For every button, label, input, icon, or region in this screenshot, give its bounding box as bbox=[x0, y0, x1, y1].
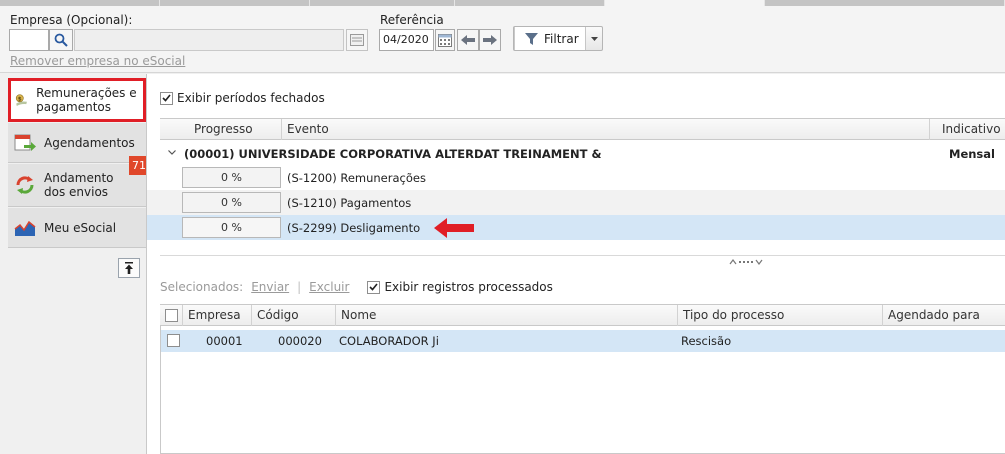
divider bbox=[0, 72, 1005, 73]
event-row[interactable]: 0 % (S-1200) Remunerações bbox=[147, 165, 1005, 190]
sidebar-item-andamento[interactable]: Andamento dos envios bbox=[8, 164, 146, 207]
search-icon bbox=[54, 33, 68, 47]
column-empresa[interactable]: Empresa bbox=[182, 305, 251, 326]
referencia-label: Referência bbox=[380, 13, 444, 27]
chevron-down-icon[interactable] bbox=[168, 150, 176, 155]
collapse-sidebar-button[interactable] bbox=[118, 258, 140, 278]
arrow-left-icon bbox=[461, 35, 475, 45]
next-period-button[interactable] bbox=[479, 29, 501, 51]
filtrar-split-button[interactable]: Filtrar bbox=[513, 26, 603, 51]
excluir-button[interactable]: Excluir bbox=[309, 280, 349, 294]
show-processed[interactable]: Exibir registros processados bbox=[367, 280, 553, 294]
records-grid bbox=[160, 304, 1005, 454]
show-closed-checkbox[interactable] bbox=[160, 91, 173, 105]
column-indicativo[interactable]: Indicativo bbox=[929, 119, 1005, 140]
sidebar-item-meu-esocial[interactable]: Meu eSocial bbox=[8, 208, 146, 248]
arrow-right-icon bbox=[483, 35, 497, 45]
referencia-input[interactable]: 04/2020 bbox=[379, 29, 434, 51]
empresa-name-input bbox=[74, 29, 344, 51]
column-progresso[interactable]: Progresso bbox=[160, 119, 281, 140]
progress-cell: 0 % bbox=[182, 192, 281, 213]
event-name: (S-1200) Remunerações bbox=[287, 171, 426, 185]
event-name: (S-1210) Pagamentos bbox=[287, 196, 412, 210]
progress-cell: 0 % bbox=[182, 167, 281, 188]
filtrar-label: Filtrar bbox=[544, 31, 579, 46]
sync-icon bbox=[16, 176, 34, 194]
annotation-arrow-icon bbox=[434, 218, 474, 238]
previous-period-button[interactable] bbox=[457, 29, 479, 51]
column-agendado-para[interactable]: Agendado para bbox=[882, 305, 1005, 326]
enviar-button[interactable]: Enviar bbox=[251, 280, 289, 294]
check-icon bbox=[369, 283, 379, 291]
column-evento[interactable]: Evento bbox=[281, 119, 929, 140]
events-grid-header: Progresso Evento Indicativo bbox=[160, 118, 1005, 140]
sidebar-item-label: Remunerações e pagamentos bbox=[36, 86, 137, 114]
main-panel: Exibir períodos fechados Progresso Event… bbox=[146, 74, 1005, 454]
records-toolbar: Selecionados: Enviar | Excluir Exibir re… bbox=[160, 280, 553, 294]
event-name: (S-2299) Desligamento bbox=[287, 221, 421, 235]
sidebar-item-agendamentos[interactable]: Agendamentos bbox=[8, 123, 146, 163]
cell-empresa: 00001 bbox=[206, 334, 243, 348]
check-icon bbox=[162, 94, 171, 102]
row-checkbox[interactable] bbox=[167, 334, 180, 347]
show-processed-checkbox[interactable] bbox=[367, 280, 381, 294]
column-nome[interactable]: Nome bbox=[335, 305, 677, 326]
event-row[interactable]: 0 % (S-1210) Pagamentos bbox=[147, 190, 1005, 215]
arrow-up-bar-icon bbox=[125, 262, 133, 274]
empresa-list-button[interactable] bbox=[346, 29, 368, 51]
event-row-selected[interactable]: 0 % (S-2299) Desligamento bbox=[147, 215, 1005, 240]
empresa-label: Empresa (Opcional): bbox=[10, 13, 133, 27]
chart-icon bbox=[14, 220, 36, 236]
grip-icon bbox=[729, 259, 763, 265]
filtrar-button[interactable]: Filtrar bbox=[514, 27, 586, 50]
remove-empresa-link[interactable]: Remover empresa no eSocial bbox=[10, 54, 185, 68]
event-group-indicativo: Mensal bbox=[949, 147, 995, 161]
sidebar-item-label: Agendamentos bbox=[44, 135, 135, 150]
empresa-code-input[interactable] bbox=[9, 29, 49, 51]
filter-icon bbox=[525, 32, 538, 45]
sidebar-item-label: Meu eSocial bbox=[44, 220, 117, 235]
sidebar-item-remuneracoes[interactable]: $ Remunerações e pagamentos bbox=[8, 78, 146, 122]
cell-tipo-processo: Rescisão bbox=[681, 334, 732, 348]
cell-nome: COLABORADOR Ji bbox=[339, 334, 439, 348]
cell-codigo: 000020 bbox=[278, 334, 322, 348]
toolbar-separator: | bbox=[297, 280, 302, 294]
select-all-checkbox[interactable] bbox=[165, 309, 178, 322]
select-all-cell[interactable] bbox=[160, 305, 182, 326]
show-processed-label: Exibir registros processados bbox=[384, 280, 553, 294]
event-group-title: (00001) UNIVERSIDADE CORPORATIVA ALTERDA… bbox=[184, 147, 602, 161]
progress-cell: 0 % bbox=[182, 217, 281, 238]
money-icon: $ bbox=[15, 94, 27, 106]
calendar-arrow-icon bbox=[14, 134, 36, 151]
column-tipo-processo[interactable]: Tipo do processo bbox=[677, 305, 882, 326]
records-grid-header: Empresa Código Nome Tipo do processo Age… bbox=[160, 304, 1005, 326]
filtrar-dropdown-button[interactable] bbox=[586, 27, 602, 50]
table-row[interactable]: 00001 000020 COLABORADOR Ji Rescisão bbox=[161, 330, 1005, 352]
sidebar-item-label: Andamento dos envios bbox=[44, 171, 114, 199]
empresa-search-button[interactable] bbox=[49, 29, 73, 51]
chevron-down-icon bbox=[590, 36, 598, 41]
calendar-icon bbox=[438, 34, 452, 47]
list-icon bbox=[350, 34, 364, 46]
grid-bottom-border bbox=[160, 255, 1005, 256]
svg-text:$: $ bbox=[18, 96, 22, 102]
event-group-row[interactable]: (00001) UNIVERSIDADE CORPORATIVA ALTERDA… bbox=[160, 141, 1005, 166]
show-closed-label: Exibir períodos fechados bbox=[177, 91, 325, 105]
column-codigo[interactable]: Código bbox=[251, 305, 335, 326]
show-closed-periods[interactable]: Exibir períodos fechados bbox=[160, 91, 325, 105]
selected-label: Selecionados: bbox=[160, 280, 244, 294]
splitter-grip[interactable] bbox=[729, 257, 769, 267]
calendar-button[interactable] bbox=[435, 29, 455, 51]
